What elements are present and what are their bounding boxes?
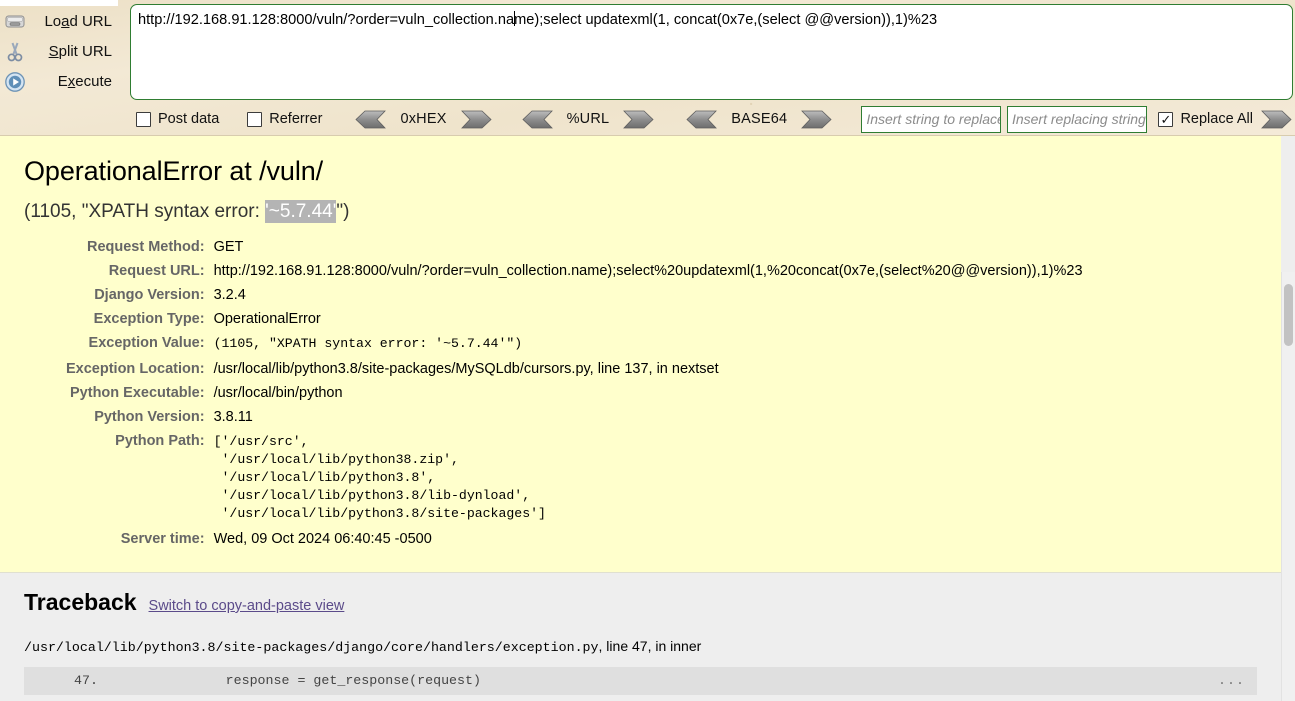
hackbar-action-list: Load URL Split URL Execute	[0, 4, 122, 104]
traceback-section: Traceback Switch to copy-and-paste view …	[0, 573, 1295, 695]
url-decode-button[interactable]	[519, 110, 553, 129]
base64-encoder-group: BASE64	[683, 110, 835, 129]
url-encoder-group: %URL	[519, 110, 658, 129]
base64-decode-button[interactable]	[683, 110, 718, 129]
replace-apply-button[interactable]	[1261, 110, 1295, 129]
error-meta-row: Django Version: 3.2.4	[66, 287, 1083, 311]
error-meta-body: Request Method: GET Request URL: http://192…	[66, 239, 1083, 555]
url-encode-button[interactable]	[623, 110, 657, 129]
error-meta-label: Exception Type:	[93, 311, 205, 327]
split-url-label[interactable]: Split URL	[30, 43, 122, 60]
error-meta-row: Request Method: GET	[66, 239, 1083, 263]
error-meta-value: GET	[213, 239, 244, 255]
error-meta-row: Exception Location: /usr/local/lib/python…	[66, 361, 1083, 385]
switch-to-copy-paste-view-link[interactable]: Switch to copy-and-paste view	[149, 598, 345, 614]
referrer-label[interactable]: Referrer	[269, 111, 322, 127]
hackbar-toolbar: Load URL Split URL Execute http://192.16…	[0, 0, 1295, 136]
replace-all-label[interactable]: Replace All	[1180, 111, 1253, 127]
replace-string-input[interactable]: Insert replacing string	[1006, 105, 1148, 133]
traceback-frame-line: , line 47, in inner	[598, 638, 702, 654]
subtitle-after: ")	[336, 201, 350, 222]
subtitle-selected-text: '~5.7.44'	[265, 200, 337, 223]
traceback-code-ellipsis[interactable]: ...	[1218, 673, 1245, 688]
traceback-heading-row: Traceback Switch to copy-and-paste view	[24, 589, 1275, 616]
error-meta-label: Python Executable:	[70, 385, 205, 401]
django-error-page: OperationalError at /vuln/ (1105, "XPATH…	[0, 136, 1295, 701]
execute-label[interactable]: Execute	[30, 73, 122, 90]
error-meta-label: Request Method:	[86, 239, 205, 255]
find-string-placeholder: Insert string to replace	[866, 110, 1001, 127]
error-meta-value: ['/usr/src', '/usr/local/lib/python38.zi…	[213, 434, 546, 521]
execute-play-icon[interactable]	[0, 69, 30, 95]
error-meta-row: Server time: Wed, 09 Oct 2024 06:40:45 -0…	[66, 531, 1083, 555]
load-url-row[interactable]: Load URL	[0, 7, 122, 36]
hex-encode-button[interactable]	[460, 110, 495, 129]
error-meta-row: Python Path: ['/usr/src', '/usr/local/lib…	[66, 433, 1083, 531]
replace-string-placeholder: Insert replacing string	[1011, 110, 1146, 127]
error-subtitle: (1105, "XPATH syntax error: '~5.7.44'")	[24, 200, 1261, 223]
hex-decode-button[interactable]	[352, 110, 387, 129]
error-meta-row: Exception Value: (1105, "XPATH syntax err…	[66, 335, 1083, 361]
error-meta-label: Request URL:	[108, 263, 205, 279]
error-meta-value: OperationalError	[213, 311, 321, 327]
post-data-checkbox[interactable]: Post data	[136, 111, 219, 127]
load-url-icon[interactable]	[0, 9, 30, 35]
traceback-frame-file: /usr/local/lib/python3.8/site-packages/d…	[24, 640, 599, 655]
error-meta-label: Django Version:	[94, 287, 205, 303]
error-summary: OperationalError at /vuln/ (1105, "XPATH…	[0, 136, 1281, 573]
hex-label[interactable]: 0xHEX	[386, 111, 460, 127]
error-meta-label: Server time:	[120, 531, 205, 547]
find-string-input[interactable]: Insert string to replace	[861, 105, 1001, 133]
referrer-checkbox[interactable]: Referrer	[247, 111, 322, 127]
error-meta-value: /usr/local/bin/python	[213, 385, 343, 401]
referrer-checkbox-box[interactable]	[247, 111, 263, 127]
error-meta-row: Python Version: 3.8.11	[66, 409, 1083, 433]
url-input[interactable]: http://192.168.91.128:8000/vuln/?order=v…	[130, 4, 1293, 100]
traceback-frame-path: /usr/local/lib/python3.8/site-packages/d…	[24, 638, 1275, 655]
subtitle-before: (1105, "XPATH syntax error:	[24, 201, 266, 222]
page-title: OperationalError at /vuln/	[24, 156, 324, 186]
error-meta-row: Python Executable: /usr/local/bin/python	[66, 385, 1083, 409]
traceback-heading: Traceback	[24, 589, 137, 615]
replace-all-checkbox-box[interactable]: ✓	[1158, 111, 1174, 127]
replace-all-checkbox[interactable]: ✓ Replace All	[1158, 111, 1253, 127]
error-meta-value: (1105, "XPATH syntax error: '~5.7.44'")	[213, 336, 523, 351]
hex-encoder-group: 0xHEX	[352, 110, 494, 129]
error-meta-value: Wed, 09 Oct 2024 06:40:45 -0500	[213, 531, 432, 547]
post-data-label[interactable]: Post data	[158, 111, 219, 127]
error-meta-table: Request Method: GET Request URL: http://192…	[66, 239, 1083, 555]
load-url-label[interactable]: Load URL	[30, 13, 122, 30]
page-scrollbar-thumb[interactable]	[1284, 284, 1293, 346]
traceback-code-text: response = get_response(request)	[225, 673, 481, 688]
error-meta-row: Request URL: http://192.168.91.128:8000/v…	[66, 263, 1083, 287]
error-meta-value: 3.8.11	[213, 409, 253, 425]
base64-encode-button[interactable]	[801, 110, 835, 129]
split-url-row[interactable]: Split URL	[0, 37, 122, 66]
url-input-text[interactable]: http://192.168.91.128:8000/vuln/?order=v…	[138, 11, 1285, 29]
post-data-checkbox-box[interactable]	[136, 111, 151, 127]
error-meta-label: Exception Value:	[88, 335, 205, 351]
error-meta-value: http://192.168.91.128:8000/vuln/?order=v…	[213, 263, 1083, 279]
execute-row[interactable]: Execute	[0, 67, 122, 96]
hackbar-controls-row: Post data Referrer 0xHEX %URL BASE64 Ins…	[0, 102, 1295, 136]
error-meta-value: /usr/local/lib/python3.8/site-packages/M…	[213, 361, 719, 377]
base64-label[interactable]: BASE64	[717, 111, 801, 127]
url-text-head: http://192.168.91.128:8000/vuln/?order=v…	[138, 12, 515, 28]
error-meta-label: Exception Location:	[66, 361, 205, 377]
error-meta-label: Python Path:	[115, 433, 205, 449]
url-label[interactable]: %URL	[553, 111, 624, 127]
page-scrollbar[interactable]	[1281, 272, 1295, 701]
error-meta-label: Python Version:	[94, 409, 205, 425]
split-url-scissors-icon[interactable]	[0, 39, 30, 65]
error-meta-value: 3.2.4	[213, 287, 246, 303]
traceback-code-line[interactable]: 47. response = get_response(request)...	[24, 667, 1257, 695]
url-text-tail: me);select updatexml(1, concat(0x7e,(sel…	[514, 12, 938, 28]
error-meta-row: Exception Type: OperationalError	[66, 311, 1083, 335]
traceback-code-lineno: 47.	[74, 673, 98, 688]
